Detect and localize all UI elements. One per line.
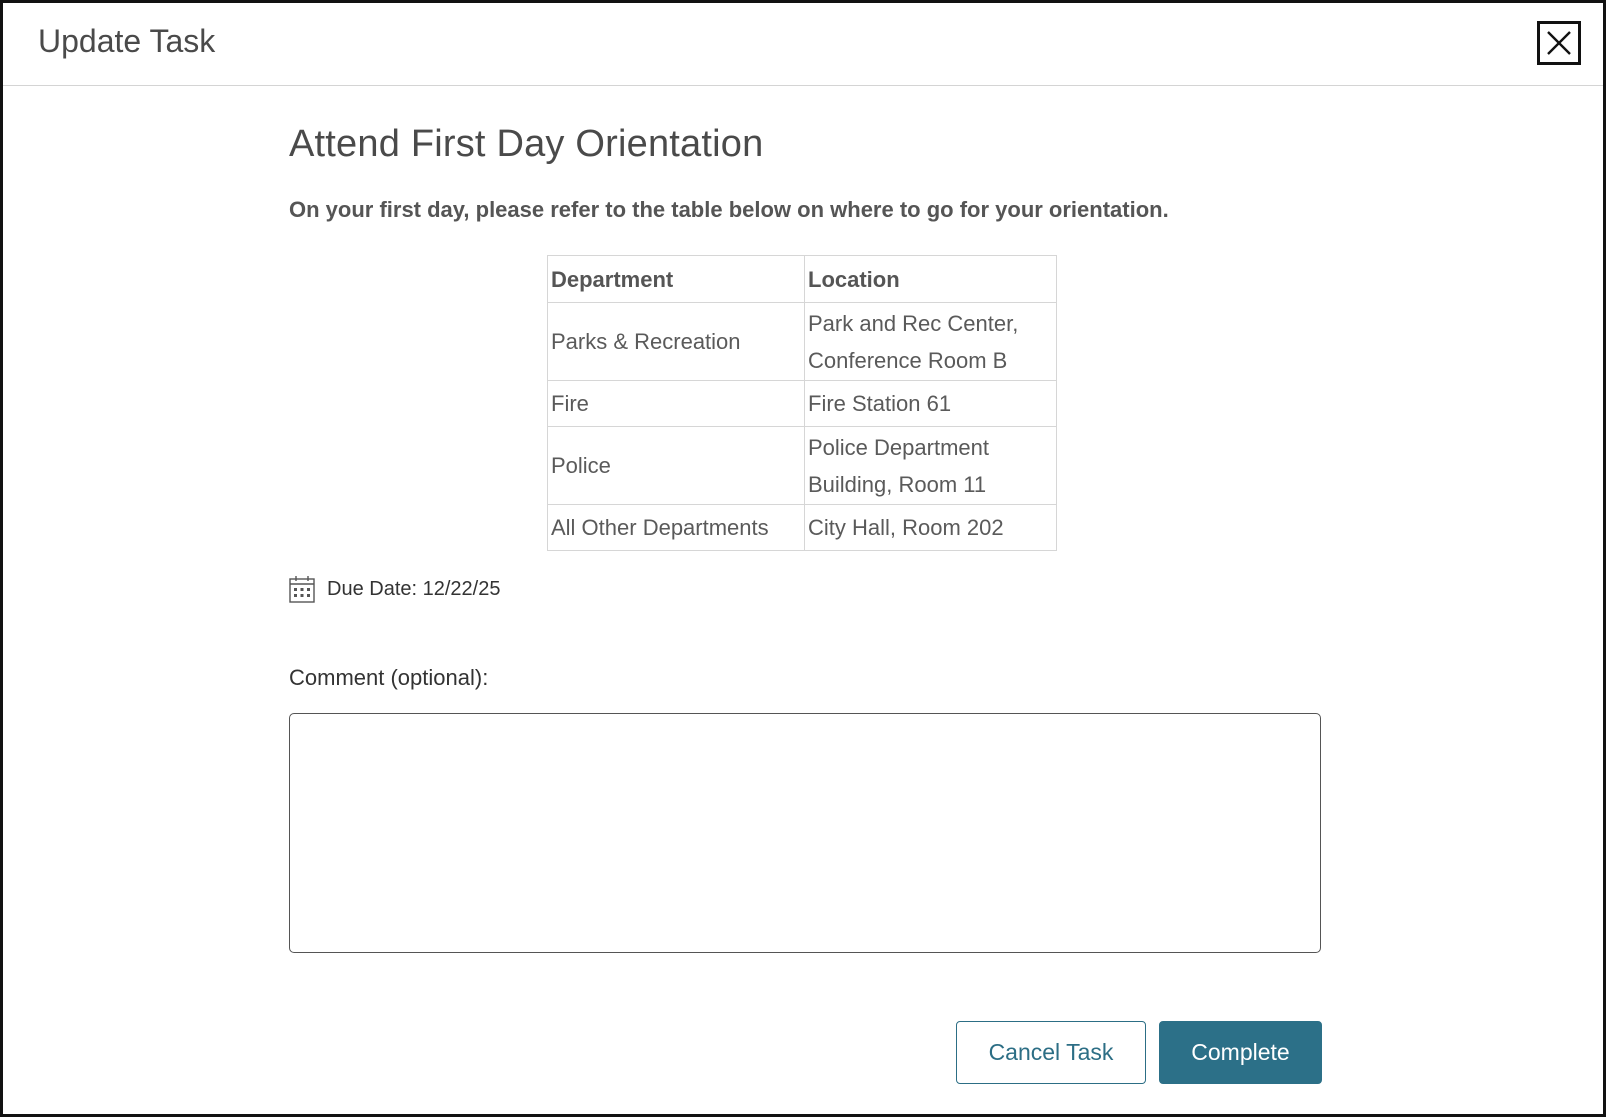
department-cell: Fire (547, 380, 805, 427)
column-header-location: Location (804, 255, 1057, 303)
dialog-header: Update Task (3, 3, 1603, 86)
complete-button[interactable]: Complete (1159, 1021, 1322, 1084)
department-cell: All Other Departments (547, 504, 805, 551)
dialog-title: Update Task (38, 23, 216, 59)
table-row: Fire Fire Station 61 (547, 380, 1057, 427)
department-cell: Parks & Recreation (547, 302, 805, 381)
column-header-department: Department (547, 255, 805, 303)
orientation-locations-table: Department Location Parks & Recreation P… (547, 255, 1057, 551)
table-header-row: Department Location (547, 255, 1057, 303)
table-row: Parks & Recreation Park and Rec Center, … (547, 302, 1057, 381)
close-button[interactable] (1537, 21, 1581, 65)
due-date: Due Date: 12/22/25 (289, 575, 500, 603)
location-cell: Park and Rec Center, Conference Room B (804, 302, 1057, 381)
location-cell: Fire Station 61 (804, 380, 1057, 427)
comment-label: Comment (optional): (289, 665, 489, 690)
comment-textarea[interactable] (289, 713, 1321, 953)
table-row: All Other Departments City Hall, Room 20… (547, 504, 1057, 551)
location-cell: City Hall, Room 202 (804, 504, 1057, 551)
location-cell: Police Department Building, Room 11 (804, 426, 1057, 505)
due-date-text: Due Date: 12/22/25 (327, 577, 501, 600)
update-task-dialog: Update Task Attend First Day Orientation… (0, 0, 1606, 1117)
task-title: Attend First Day Orientation (289, 123, 764, 165)
department-cell: Police (547, 426, 805, 505)
task-description: On your first day, please refer to the t… (289, 197, 1169, 222)
table-row: Police Police Department Building, Room … (547, 426, 1057, 505)
calendar-icon (289, 576, 315, 603)
cancel-task-button[interactable]: Cancel Task (956, 1021, 1146, 1084)
close-icon (1547, 31, 1571, 55)
